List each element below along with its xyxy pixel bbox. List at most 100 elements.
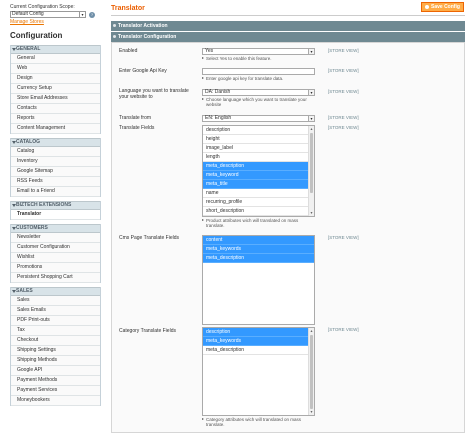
section-header-catalog[interactable]: CATALOG xyxy=(11,138,100,147)
option-image-label[interactable]: image_label xyxy=(203,144,314,153)
sidebar-item-web[interactable]: Web xyxy=(11,64,100,74)
api-key-scope: [STORE VIEW] xyxy=(328,68,359,73)
language-select[interactable]: DA: Danish ▾ xyxy=(202,89,315,96)
section-header-general[interactable]: GENERAL xyxy=(11,45,100,54)
sidebar-item-reports[interactable]: Reports xyxy=(11,114,100,124)
sidebar-item-payment-services[interactable]: Payment Services xyxy=(11,386,100,396)
chevron-down-icon: ▾ xyxy=(308,116,314,121)
option-recurring-profile[interactable]: recurring_profile xyxy=(203,198,314,207)
sidebar-item-store-email-addresses[interactable]: Store Email Addresses xyxy=(11,94,100,104)
option-length[interactable]: length xyxy=(203,153,314,162)
sidebar-item-general[interactable]: General xyxy=(11,54,100,64)
section-header-sales[interactable]: SALES xyxy=(11,287,100,296)
option-content[interactable]: content xyxy=(203,236,314,245)
sidebar-item-rss-feeds[interactable]: RSS Feeds xyxy=(11,177,100,187)
scroll-up-icon[interactable]: ▴ xyxy=(309,328,314,334)
translate-from-select[interactable]: EN: English ▾ xyxy=(202,115,315,122)
sidebar-item-translator[interactable]: Translator xyxy=(11,210,100,220)
cms-fields-options: content meta_keywords meta_description xyxy=(203,236,314,263)
section-general: GENERAL General Web Design Currency Setup Sto… xyxy=(10,45,101,134)
manage-stores-link[interactable]: Manage Stores xyxy=(10,19,101,25)
sidebar-item-persistent-shopping-cart[interactable]: Persistent Shopping Cart xyxy=(11,273,100,283)
cms-fields-control: content meta_keywords meta_description xyxy=(202,235,315,325)
scope-row: Default Config ▾ ? xyxy=(10,11,101,18)
option-meta-description[interactable]: meta_description xyxy=(203,162,314,171)
sidebar-item-pdf-print-outs[interactable]: PDF Print-outs xyxy=(11,316,100,326)
sidebar-item-currency-setup[interactable]: Currency Setup xyxy=(11,84,100,94)
sidebar-item-moneybookers[interactable]: Moneybookers xyxy=(11,396,100,406)
api-key-label: Enter Google Api Key xyxy=(119,68,167,74)
section-sales: SALES Sales Sales Emails PDF Print-outs Tax C… xyxy=(10,287,101,406)
config-sections: GENERAL General Web Design Currency Setup Sto… xyxy=(10,45,101,406)
fieldset-translator-configuration[interactable]: Translator Configuration xyxy=(111,32,465,42)
option-meta-keywords[interactable]: meta_keywords xyxy=(203,337,314,346)
section-header-customers[interactable]: CUSTOMERS xyxy=(11,224,100,233)
category-fields-control: description meta_keywords meta_description… xyxy=(202,327,315,427)
option-meta-keywords[interactable]: meta_keywords xyxy=(203,245,314,254)
category-fields-scrollbar[interactable]: ▴ ▾ xyxy=(308,328,314,415)
scroll-down-icon[interactable]: ▾ xyxy=(309,409,314,415)
help-icon[interactable]: ? xyxy=(89,11,95,18)
category-fields-multiselect[interactable]: description meta_keywords meta_description… xyxy=(202,327,315,416)
sidebar-item-sales[interactable]: Sales xyxy=(11,296,100,306)
section-customers: CUSTOMERS Newsletter Customer Configuratio… xyxy=(10,224,101,283)
scope-select[interactable]: Default Config ▾ xyxy=(10,11,86,18)
sidebar-item-email-to-a-friend[interactable]: Email to a Friend xyxy=(11,187,100,197)
sidebar-item-wishlist[interactable]: Wishlist xyxy=(11,253,100,263)
option-meta-title[interactable]: meta_title xyxy=(203,180,314,189)
option-short-description[interactable]: short_description xyxy=(203,207,314,216)
sidebar-item-contacts[interactable]: Contacts xyxy=(11,104,100,114)
cms-fields-scope: [STORE VIEW] xyxy=(328,235,359,240)
option-description[interactable]: description xyxy=(203,126,314,135)
enabled-value: Yes xyxy=(205,48,214,54)
sidebar-item-payment-methods[interactable]: Payment Methods xyxy=(11,376,100,386)
category-fields-options: description meta_keywords meta_description xyxy=(203,328,314,355)
scroll-thumb[interactable] xyxy=(310,335,313,409)
sidebar-item-checkout[interactable]: Checkout xyxy=(11,336,100,346)
sidebar-item-google-api[interactable]: Google API xyxy=(11,366,100,376)
translate-fields-scrollbar[interactable]: ▴ ▾ xyxy=(308,126,314,216)
translate-fields-control: description height image_label length meta_d… xyxy=(202,125,315,228)
scroll-up-icon[interactable]: ▴ xyxy=(309,126,314,132)
sidebar-item-shipping-methods[interactable]: Shipping Methods xyxy=(11,356,100,366)
sidebar-item-content-management[interactable]: Content Management xyxy=(11,124,100,134)
section-biztech-extensions: BIZTECH EXTENSIONS Translator xyxy=(10,201,101,220)
sidebar: Current Configuration Scope: Default Con… xyxy=(10,4,101,406)
save-icon xyxy=(425,5,429,9)
option-meta-keyword[interactable]: meta_keyword xyxy=(203,171,314,180)
option-description[interactable]: description xyxy=(203,328,314,337)
cms-fields-multiselect[interactable]: content meta_keywords meta_description xyxy=(202,235,315,325)
sidebar-item-promotions[interactable]: Promotions xyxy=(11,263,100,273)
option-height[interactable]: height xyxy=(203,135,314,144)
translate-from-label: Translate from xyxy=(119,115,152,121)
option-meta-description[interactable]: meta_description xyxy=(203,254,314,263)
sidebar-item-customer-configuration[interactable]: Customer Configuration xyxy=(11,243,100,253)
enabled-select[interactable]: Yes ▾ xyxy=(202,48,315,55)
sidebar-item-catalog[interactable]: Catalog xyxy=(11,147,100,157)
sidebar-item-sales-emails[interactable]: Sales Emails xyxy=(11,306,100,316)
sidebar-item-design[interactable]: Design xyxy=(11,74,100,84)
option-meta-description[interactable]: meta_description xyxy=(203,346,314,355)
translate-fields-options: description height image_label length meta_d… xyxy=(203,126,314,216)
option-name[interactable]: name xyxy=(203,189,314,198)
fieldset-activation-title: Translator Activation xyxy=(118,23,168,29)
fieldset-translator-activation[interactable]: Translator Activation xyxy=(111,21,465,31)
save-config-button[interactable]: Save Config xyxy=(421,2,464,12)
sidebar-item-newsletter[interactable]: Newsletter xyxy=(11,233,100,243)
category-fields-label: Category Translate Fields xyxy=(119,328,176,334)
cms-fields-label: Cms Page Translate Fields xyxy=(119,235,180,241)
sidebar-item-shipping-settings[interactable]: Shipping Settings xyxy=(11,346,100,356)
scroll-down-icon[interactable]: ▾ xyxy=(309,210,314,216)
translate-fields-multiselect[interactable]: description height image_label length meta_d… xyxy=(202,125,315,217)
language-note: Choose language which you want to transl… xyxy=(202,97,315,107)
translate-from-scope: [STORE VIEW] xyxy=(328,115,359,120)
page-title: Translator xyxy=(111,5,145,12)
api-key-input[interactable] xyxy=(202,68,315,75)
language-control: DA: Danish ▾ Choose language which you w… xyxy=(202,89,315,107)
sidebar-item-google-sitemap[interactable]: Google Sitemap xyxy=(11,167,100,177)
enabled-label: Enabled xyxy=(119,48,138,54)
sidebar-item-tax[interactable]: Tax xyxy=(11,326,100,336)
sidebar-item-inventory[interactable]: Inventory xyxy=(11,157,100,167)
scroll-thumb[interactable] xyxy=(310,133,313,193)
section-header-biztech-extensions[interactable]: BIZTECH EXTENSIONS xyxy=(11,201,100,210)
